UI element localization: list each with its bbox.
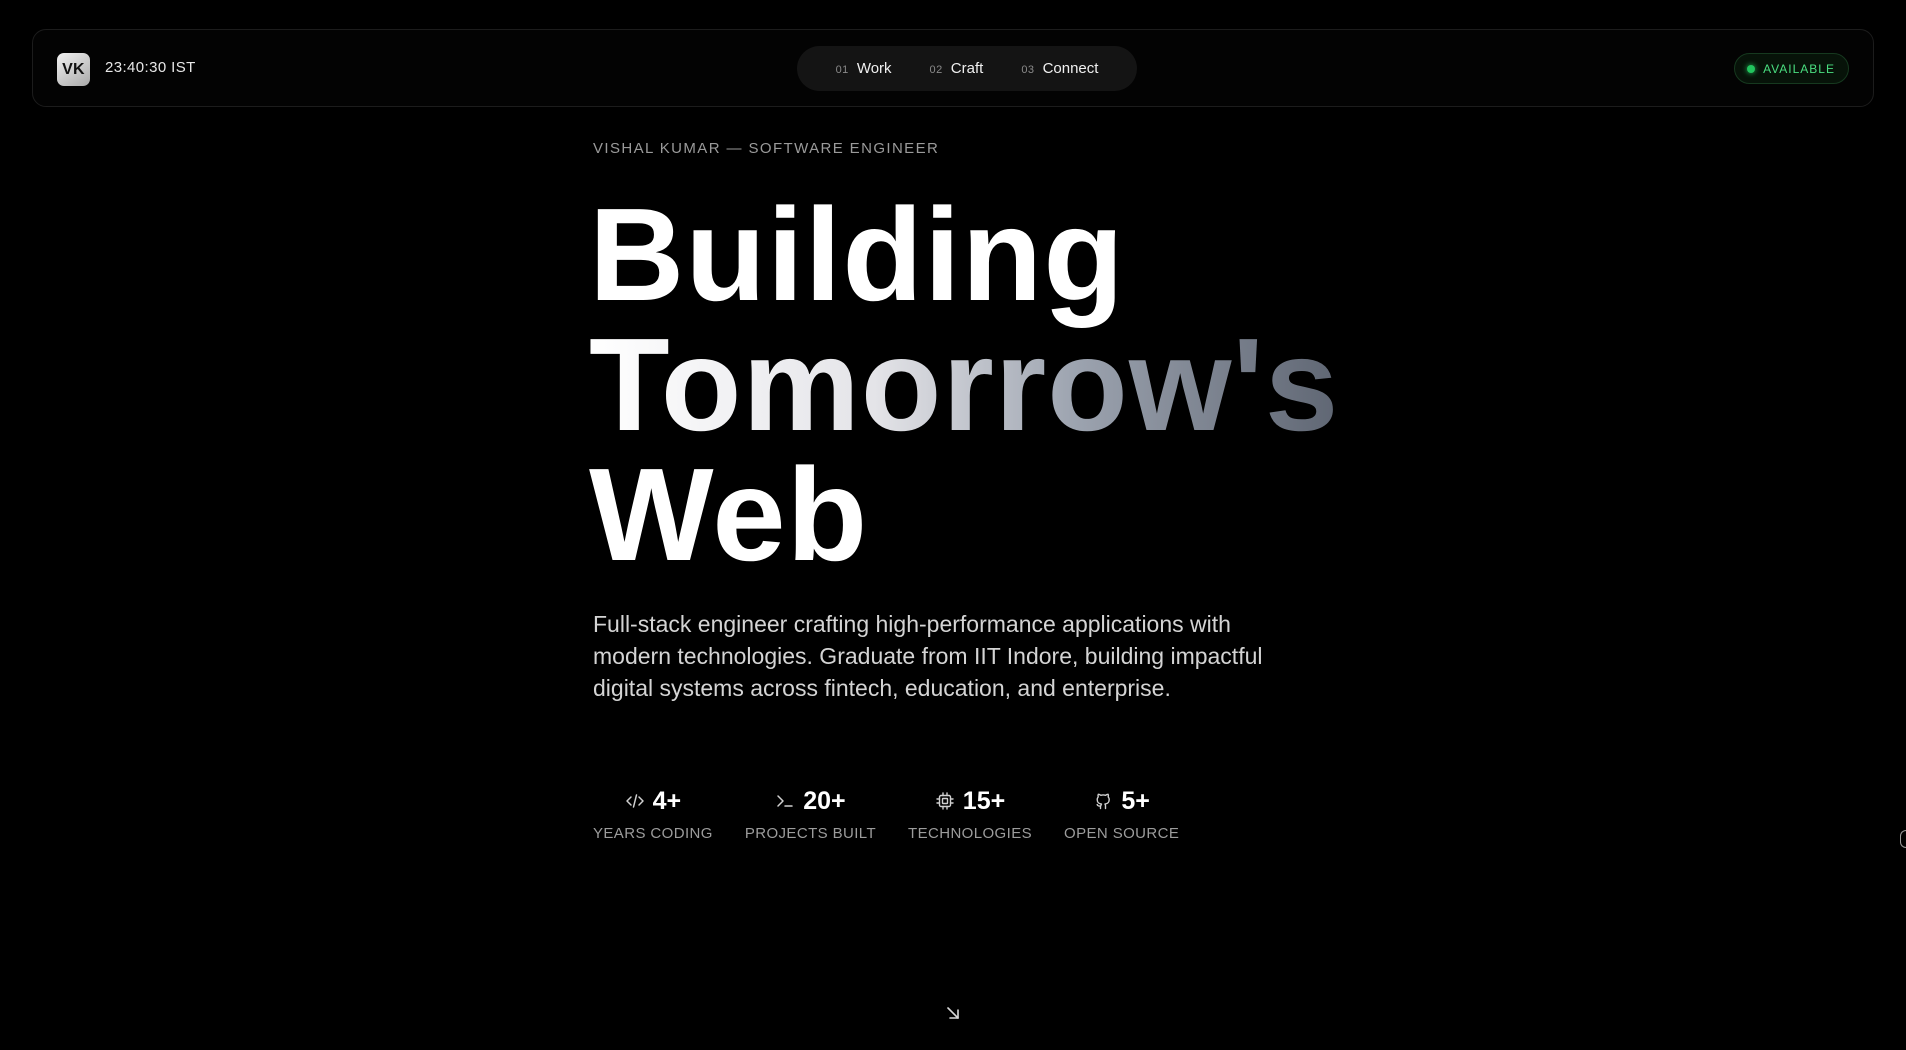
nav-item-number: 01 [835,64,849,76]
stat-value: 20+ [803,786,846,815]
local-time: 23:40:30 IST [105,59,196,76]
stat-value: 4+ [652,786,682,815]
nav-item-label: Connect [1042,60,1099,77]
stat-label: OPEN SOURCE [1064,825,1180,842]
stat-value: 15+ [962,786,1006,815]
code-icon [625,791,645,811]
logo-badge[interactable]: VK [57,53,90,86]
nav-item-label: Craft [950,60,984,77]
headline-line-2: Tomorrow's [589,311,1340,458]
stat-value: 5+ [1121,786,1150,815]
stats-row: 4+ YEARS CODING 20+ PROJECTS BUILT 15+ T… [593,786,1180,843]
stat-label: PROJECTS BUILT [744,825,877,842]
hero-eyebrow: VISHAL KUMAR — SOFTWARE ENGINEER [593,140,940,157]
nav-item-work[interactable]: 01 Work [817,60,911,77]
headline-line-3: Web [589,441,869,588]
availability-badge: AVAILABLE [1734,53,1849,84]
stat-open-source: 5+ OPEN SOURCE [1064,786,1180,843]
github-icon [1093,791,1113,811]
nav-item-craft[interactable]: 02 Craft [911,60,1003,77]
page: VK 23:40:30 IST 01 Work 02 Craft 03 Conn… [0,0,1906,1050]
main-nav: 01 Work 02 Craft 03 Connect [797,46,1137,91]
cpu-icon [935,791,955,811]
nav-item-connect[interactable]: 03 Connect [1002,60,1117,77]
stat-label: YEARS CODING [593,825,713,842]
scroll-indicator-icon [1900,830,1906,848]
top-bar: VK 23:40:30 IST 01 Work 02 Craft 03 Conn… [32,29,1874,107]
arrow-down-right-icon[interactable] [944,1004,962,1022]
nav-item-number: 02 [929,64,943,76]
availability-label: AVAILABLE [1763,61,1835,76]
stat-projects-built: 20+ PROJECTS BUILT [744,786,877,843]
nav-item-label: Work [856,60,892,77]
terminal-icon [775,791,795,811]
stat-years-coding: 4+ YEARS CODING [593,786,713,843]
nav-item-number: 03 [1021,64,1035,76]
hero-headline: Building Tomorrow's Web [589,181,1340,588]
stat-technologies: 15+ TECHNOLOGIES [908,786,1033,843]
stat-label: TECHNOLOGIES [908,825,1033,842]
status-dot-icon [1747,64,1756,73]
hero-description: Full-stack engineer crafting high-perfor… [593,611,1263,701]
headline-line-1: Building [589,181,1125,328]
